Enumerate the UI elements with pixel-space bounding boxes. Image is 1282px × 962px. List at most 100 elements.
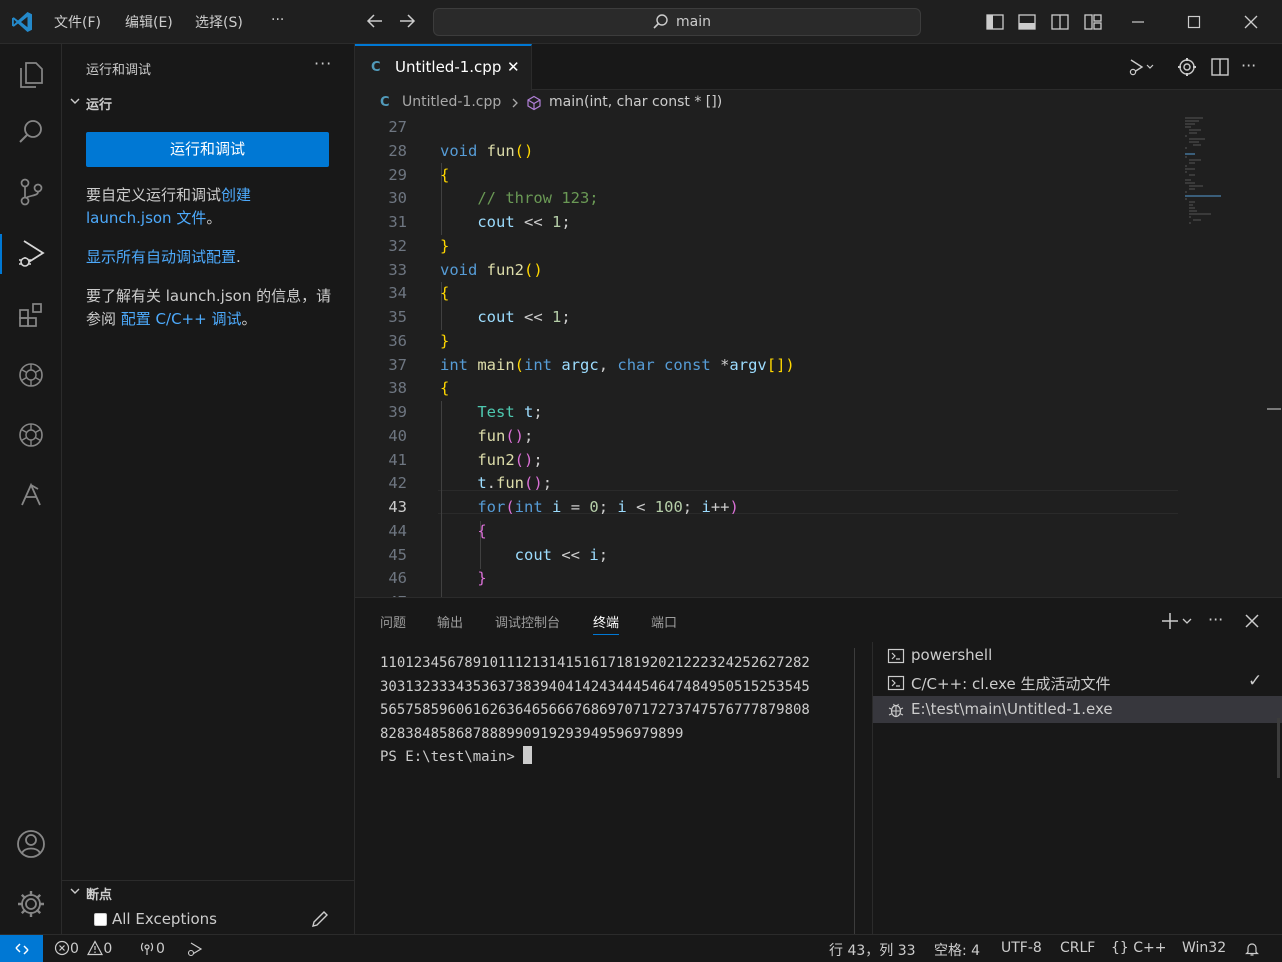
search-text: main [676, 14, 711, 30]
menu-file[interactable]: 文件(F) [54, 12, 101, 32]
line-number: 42 [388, 474, 407, 493]
customize-layout-icon[interactable] [1082, 11, 1104, 33]
close-icon[interactable] [1241, 610, 1263, 632]
line-number: 37 [388, 355, 407, 374]
language-mode[interactable]: {} C++ [1111, 940, 1167, 956]
terminal-list-scrollbar[interactable] [1277, 718, 1280, 778]
breadcrumb-file[interactable]: Untitled-1.cpp [402, 94, 501, 110]
run-debug-dropdown-icon[interactable] [1127, 56, 1155, 78]
activity-chatgpt-2[interactable] [0, 407, 62, 463]
toggle-panel-icon[interactable] [1016, 11, 1038, 33]
minimap[interactable] [1181, 116, 1271, 236]
breakpoints-section-header[interactable]: 断点 [62, 882, 355, 904]
all-exceptions-checkbox[interactable] [94, 913, 107, 926]
command-center-search[interactable]: main [433, 8, 921, 36]
openai-icon [19, 423, 43, 447]
minimize-button[interactable] [1109, 0, 1167, 44]
assistant-icon [21, 482, 41, 506]
vscode-logo-icon [12, 12, 32, 32]
maximize-icon [1187, 15, 1201, 29]
code-line: 29 { [355, 163, 1175, 187]
activity-explorer[interactable] [0, 46, 62, 102]
end-of-line[interactable]: CRLF [1060, 940, 1095, 956]
encoding[interactable]: UTF-8 [1001, 940, 1042, 956]
terminal-item-powershell[interactable]: powershell [873, 642, 1282, 669]
back-arrow-icon[interactable] [364, 10, 386, 32]
activity-search[interactable] [0, 104, 62, 160]
line-source: // throw 123; [440, 189, 599, 208]
activity-source-control[interactable] [0, 164, 62, 220]
editor-scrollbar[interactable] [1267, 116, 1281, 597]
close-window-button[interactable] [1222, 0, 1280, 44]
run-debug-icon[interactable] [186, 941, 204, 957]
terminal-item-label: C/C++: cl.exe 生成活动文件 [911, 675, 1111, 693]
tab-debug-console[interactable]: 调试控制台 [495, 612, 560, 631]
panel-more-button[interactable]: ··· [1208, 610, 1230, 632]
line-number: 41 [388, 450, 407, 469]
line-source: { [477, 521, 487, 540]
terminal-item-build-task[interactable]: C/C++: cl.exe 生成活动文件 ✓ [873, 669, 1282, 696]
split-editor-icon[interactable] [1209, 56, 1231, 78]
remote-indicator[interactable] [0, 935, 43, 962]
breadcrumb-symbol[interactable]: main(int, char const * []) [549, 94, 722, 110]
broadcast-icon [140, 942, 154, 955]
run-section-header[interactable]: 运行 [62, 92, 355, 114]
problems-indicator[interactable]: 0 0 [54, 940, 112, 957]
toggle-primary-sidebar-icon[interactable] [984, 11, 1006, 33]
error-count: 0 [70, 941, 79, 957]
sidebar-more-button[interactable]: ··· [314, 54, 332, 73]
terminal-line: 1101234567891011121314151617181920212223… [380, 655, 810, 671]
show-all-suffix: . [236, 248, 241, 266]
menu-edit[interactable]: 编辑(E) [125, 12, 173, 32]
menu-selection[interactable]: 选择(S) [195, 12, 243, 32]
tab-ports[interactable]: 端口 [651, 612, 677, 631]
line-number: 43 [388, 498, 407, 516]
code-line: 44 { [355, 519, 1175, 543]
bell-icon[interactable] [1244, 941, 1260, 957]
tab-terminal[interactable]: 终端 [593, 612, 620, 635]
maximize-button[interactable] [1165, 0, 1223, 44]
tab-output[interactable]: 输出 [437, 612, 463, 631]
line-number: 30 [388, 189, 407, 208]
code-line: 36} [355, 329, 1175, 353]
line-source: void fun() [440, 141, 534, 160]
run-section-label: 运行 [86, 98, 113, 113]
show-all-configs-link[interactable]: 显示所有自动调试配置 [86, 248, 236, 266]
tab-problems[interactable]: 问题 [380, 612, 406, 631]
indentation[interactable]: 空格: 4 [934, 940, 980, 960]
language-label: C++ [1133, 940, 1167, 956]
cpp-file-icon: C [371, 60, 381, 75]
activity-extension-assistant[interactable] [0, 467, 62, 523]
editor-more-button[interactable]: ··· [1241, 56, 1263, 78]
terminal-icon [887, 675, 905, 691]
toggle-secondary-sidebar-icon[interactable] [1049, 11, 1071, 33]
gear-icon[interactable] [1176, 56, 1198, 78]
platform[interactable]: Win32 [1182, 940, 1226, 956]
run-and-debug-button[interactable]: 运行和调试 [86, 132, 329, 167]
terminal-scrollbar[interactable] [854, 648, 855, 935]
sidebar-title: 运行和调试 [86, 63, 152, 78]
ports-indicator[interactable]: 0 [138, 940, 165, 957]
menu-more[interactable]: ··· [271, 12, 284, 28]
activity-manage[interactable] [0, 876, 62, 932]
tab-untitled-1-cpp[interactable]: C Untitled-1.cpp ✕ [355, 44, 532, 91]
activity-extensions[interactable] [0, 287, 62, 343]
terminal-item-debug-exe[interactable]: E:\test\main\Untitled-1.exe [873, 696, 1282, 723]
line-number: 32 [388, 236, 407, 255]
tab-close-button[interactable]: ✕ [507, 58, 520, 76]
terminal-output[interactable]: 1101234567891011121314151617181920212223… [380, 652, 850, 770]
new-terminal-dropdown-icon[interactable] [1159, 610, 1195, 632]
cursor-position[interactable]: 行 43，列 33 [829, 940, 916, 960]
activity-chatgpt-1[interactable] [0, 347, 62, 403]
code-line: 35 cout << 1; [355, 305, 1175, 329]
forward-arrow-icon[interactable] [396, 10, 418, 32]
edit-pencil-icon[interactable] [310, 909, 330, 929]
remote-icon [14, 943, 29, 955]
line-source: cout << i; [514, 545, 609, 564]
configure-cpp-debug-link[interactable]: 配置 C/C++ 调试 [121, 310, 242, 328]
activity-run-debug[interactable] [0, 226, 62, 282]
line-number: 29 [388, 165, 407, 184]
activity-accounts[interactable] [0, 816, 62, 872]
code-editor[interactable]: 27 28 void fun() 29{30 // throw 123; 31 cout… [355, 116, 1282, 597]
line-number: 39 [388, 403, 407, 421]
